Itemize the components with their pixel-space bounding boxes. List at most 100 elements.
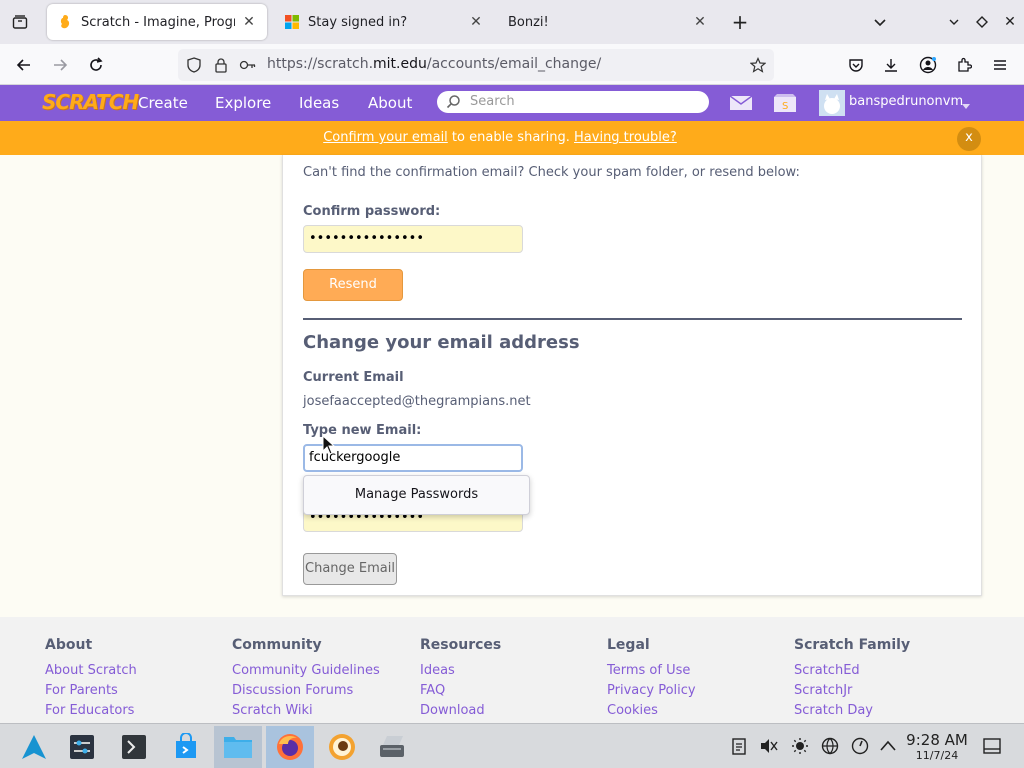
confirm-email-link[interactable]: Confirm your email bbox=[323, 130, 448, 145]
show-desktop-icon[interactable] bbox=[982, 736, 1002, 756]
system-monitor-icon[interactable] bbox=[850, 736, 870, 756]
svg-text:S: S bbox=[782, 101, 788, 112]
browser-tab-strip: Scratch - Imagine, Program ✕ Stay signed… bbox=[0, 0, 1024, 44]
brightness-icon[interactable] bbox=[790, 736, 810, 756]
settings-app-icon[interactable] bbox=[58, 726, 106, 768]
clock-date: 11/7/24 bbox=[915, 749, 959, 762]
tab-stay-signed-in[interactable]: Stay signed in? ✕ bbox=[274, 4, 494, 40]
footer-link[interactable]: For Parents bbox=[45, 681, 225, 701]
mouse-cursor-icon bbox=[322, 434, 336, 459]
footer-link[interactable]: Privacy Policy bbox=[607, 681, 787, 701]
footer-heading: Resources bbox=[420, 637, 502, 653]
footer-link[interactable]: Cookies bbox=[607, 701, 787, 721]
footer-link[interactable]: Scratch Wiki bbox=[232, 701, 412, 721]
clock[interactable]: 9:28 AM 11/7/24 bbox=[904, 732, 970, 763]
footer-link[interactable]: Ideas bbox=[420, 661, 600, 681]
footer-heading: Legal bbox=[607, 637, 650, 653]
close-tab-icon[interactable]: ✕ bbox=[241, 14, 257, 30]
os-taskbar: 9:28 AM 11/7/24 bbox=[0, 723, 1024, 768]
close-tab-icon[interactable]: ✕ bbox=[468, 14, 484, 30]
tab-overview-icon[interactable] bbox=[2, 4, 38, 40]
footer-link[interactable]: Discussion Forums bbox=[232, 681, 412, 701]
tracking-protection-icon[interactable] bbox=[186, 57, 202, 77]
footer-link[interactable]: ScratchEd bbox=[794, 661, 974, 681]
change-email-button[interactable]: Change Email bbox=[303, 553, 397, 585]
reload-icon[interactable] bbox=[81, 50, 111, 80]
section-divider bbox=[303, 318, 962, 320]
footer-link[interactable]: FAQ bbox=[420, 681, 600, 701]
bookmark-star-icon[interactable] bbox=[749, 57, 767, 77]
confirm-password-label: Confirm password: bbox=[303, 204, 441, 219]
footer-link[interactable]: ScratchJr bbox=[794, 681, 974, 701]
having-trouble-link[interactable]: Having trouble? bbox=[574, 130, 677, 145]
footer-link[interactable]: About Scratch bbox=[45, 661, 225, 681]
username[interactable]: banspedrunonvm bbox=[849, 94, 963, 109]
footer-link[interactable]: Download bbox=[420, 701, 600, 721]
network-icon[interactable] bbox=[820, 736, 840, 756]
terminal-app-icon[interactable] bbox=[110, 726, 158, 768]
downloads-icon[interactable] bbox=[876, 50, 906, 80]
discover-app-icon[interactable] bbox=[162, 726, 210, 768]
scratch-favicon-icon bbox=[57, 14, 73, 30]
banner-close-button[interactable]: x bbox=[957, 127, 981, 151]
address-bar[interactable]: https://scratch.mit.edu/accounts/email_c… bbox=[178, 49, 774, 81]
footer-link[interactable]: For Educators bbox=[45, 701, 225, 721]
footer-column-resources: Resources Ideas FAQ Download bbox=[420, 637, 600, 721]
footer-heading: About bbox=[45, 637, 93, 653]
microsoft-favicon-icon bbox=[284, 14, 300, 30]
nav-ideas[interactable]: Ideas bbox=[299, 94, 339, 112]
scratch-logo[interactable]: SCRATCH bbox=[42, 90, 139, 114]
resend-info-text: Can't find the confirmation email? Check… bbox=[303, 165, 800, 180]
list-all-tabs-icon[interactable] bbox=[862, 4, 898, 40]
new-email-label: Type new Email: bbox=[303, 423, 422, 438]
new-email-field[interactable]: fcuckergoogle bbox=[303, 444, 523, 472]
account-icon[interactable] bbox=[913, 50, 943, 80]
app-launcher-icon[interactable] bbox=[10, 726, 58, 768]
extensions-icon[interactable] bbox=[949, 50, 979, 80]
scanner-app-icon[interactable] bbox=[368, 726, 416, 768]
change-email-title: Change your email address bbox=[303, 332, 580, 353]
nav-create[interactable]: Create bbox=[138, 94, 188, 112]
bonzi-app-icon[interactable] bbox=[318, 726, 366, 768]
url-domain: mit.edu bbox=[373, 56, 427, 72]
footer-heading: Community bbox=[232, 637, 322, 653]
search-input[interactable]: Search bbox=[437, 91, 709, 113]
firefox-app-icon[interactable] bbox=[266, 726, 314, 768]
banner-text: to enable sharing. bbox=[447, 130, 575, 145]
tab-bonzi[interactable]: Bonzi! ✕ bbox=[498, 4, 718, 40]
search-icon bbox=[446, 94, 461, 113]
chevron-up-icon[interactable] bbox=[878, 736, 898, 756]
clipboard-icon[interactable] bbox=[729, 736, 749, 756]
footer-link[interactable]: Terms of Use bbox=[607, 661, 787, 681]
footer-column-scratch-family: Scratch Family ScratchEd ScratchJr Scrat… bbox=[794, 637, 974, 721]
footer-link[interactable]: Community Guidelines bbox=[232, 661, 412, 681]
new-tab-icon[interactable]: + bbox=[722, 4, 758, 40]
volume-muted-icon[interactable] bbox=[759, 736, 779, 756]
avatar[interactable] bbox=[819, 90, 845, 116]
forward-icon[interactable] bbox=[45, 50, 75, 80]
resend-button[interactable]: Resend bbox=[303, 269, 403, 301]
search-placeholder: Search bbox=[470, 94, 515, 109]
email-confirm-banner: Confirm your email to enable sharing. Ha… bbox=[0, 121, 1024, 155]
pocket-icon[interactable] bbox=[841, 50, 871, 80]
my-stuff-icon[interactable]: S bbox=[773, 93, 797, 117]
tab-scratch[interactable]: Scratch - Imagine, Program ✕ bbox=[47, 4, 267, 40]
lock-icon[interactable] bbox=[213, 57, 229, 77]
messages-icon[interactable] bbox=[729, 94, 753, 116]
chevron-down-icon[interactable] bbox=[962, 99, 970, 114]
confirm-password-field[interactable]: ••••••••••••••• bbox=[303, 225, 523, 253]
close-tab-icon[interactable]: ✕ bbox=[692, 14, 708, 30]
tab-title: Stay signed in? bbox=[308, 14, 408, 30]
current-email-label: Current Email bbox=[303, 370, 404, 385]
footer-link[interactable]: Scratch Day bbox=[794, 701, 974, 721]
nav-explore[interactable]: Explore bbox=[215, 94, 271, 112]
file-manager-app-icon[interactable] bbox=[214, 726, 262, 768]
nav-about[interactable]: About bbox=[368, 94, 412, 112]
key-permissions-icon[interactable] bbox=[239, 57, 257, 77]
close-window-icon[interactable]: ✕ bbox=[992, 4, 1024, 40]
url-prefix: https://scratch. bbox=[267, 56, 374, 72]
back-icon[interactable] bbox=[9, 50, 39, 80]
menu-hamburger-icon[interactable] bbox=[985, 50, 1015, 80]
manage-passwords-popup[interactable]: Manage Passwords bbox=[303, 475, 530, 515]
tab-title: Scratch - Imagine, Program bbox=[81, 14, 235, 30]
